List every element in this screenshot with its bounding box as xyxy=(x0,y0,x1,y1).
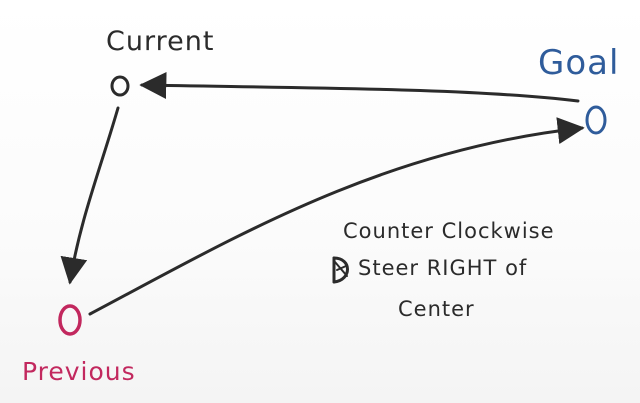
note-line-1: Counter Clockwise xyxy=(343,219,555,243)
node-goal-label: Goal xyxy=(538,43,619,83)
node-current-label: Current xyxy=(106,26,214,57)
node-previous-marker xyxy=(58,304,82,336)
arrow-current-to-previous xyxy=(60,106,120,285)
scribble-bullet xyxy=(332,256,349,284)
diagram-canvas: Current Goal Previous Counter Clockwise … xyxy=(22,26,619,386)
note-line-2: Steer RIGHT of xyxy=(358,256,527,280)
node-previous-label: Previous xyxy=(22,357,136,386)
node-goal-marker xyxy=(585,105,607,135)
node-current-marker xyxy=(110,75,130,97)
arrow-goal-to-current xyxy=(139,71,580,103)
whiteboard: Current Goal Previous Counter Clockwise … xyxy=(0,0,640,403)
note-line-3: Center xyxy=(398,297,475,321)
